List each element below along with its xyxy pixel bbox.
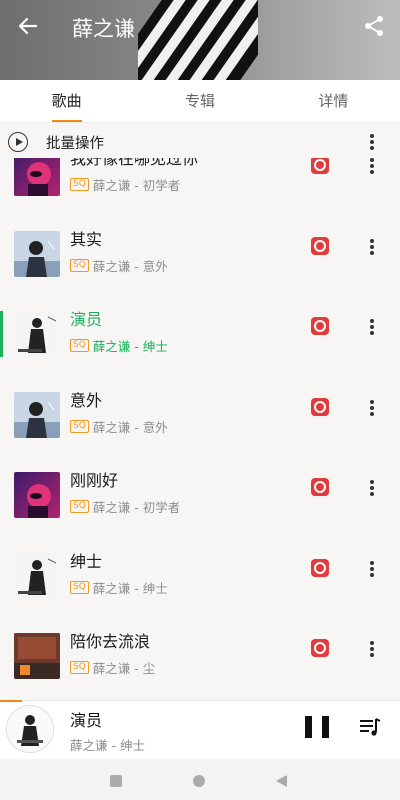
tab-songs[interactable]: 歌曲 [0,80,133,122]
quality-badge: SQ [70,178,89,191]
album-art [14,158,60,196]
song-artist-album: 薛之谦 - 绅士 [92,580,168,596]
pause-button[interactable] [305,716,329,740]
song-meta: SQ 薛之谦 - 绅士 [70,336,168,355]
more-options-icon[interactable] [366,158,378,176]
song-artist-album: 薛之谦 - 初学者 [92,178,181,193]
album-art [14,633,60,679]
song-meta: SQ 薛之谦 - 尘 [70,658,155,677]
song-row[interactable]: 演员 SQ 薛之谦 - 绅士 [0,295,400,375]
song-artist-album: 薛之谦 - 意外 [92,258,168,274]
album-art [14,552,60,599]
album-art [14,391,60,438]
netease-music-icon[interactable] [311,478,329,496]
song-meta: SQ 薛之谦 - 绅士 [70,578,168,597]
now-playing-indicator [0,311,3,357]
quality-badge: SQ [70,580,89,594]
song-artist-album: 薛之谦 - 绅士 [92,339,168,354]
more-options-icon[interactable] [366,317,378,337]
more-options-icon[interactable] [366,639,378,659]
more-options-icon[interactable] [366,237,378,257]
tab-details[interactable]: 详情 [267,80,400,122]
netease-music-icon[interactable] [311,317,329,335]
now-playing-title: 演员 [70,711,103,730]
tab-albums[interactable]: 专辑 [133,80,266,122]
song-title: 演员 [70,310,103,329]
song-row[interactable]: 意外 SQ 薛之谦 - 意外 [0,376,400,456]
home-icon[interactable] [193,775,205,787]
netease-music-icon[interactable] [311,397,329,416]
more-options-icon[interactable] [366,478,378,498]
song-row[interactable]: 绅士 SQ 薛之谦 - 绅士 [0,537,400,617]
netease-music-icon[interactable] [311,639,329,657]
song-row[interactable]: 我好像在哪见过你 SQ 薛之谦 - 初学者 [0,158,400,214]
netease-music-icon[interactable] [311,558,329,577]
more-options-icon[interactable] [366,398,378,418]
now-playing-cover[interactable] [6,705,54,753]
song-title: 刚刚好 [70,471,119,490]
more-options-icon[interactable] [366,559,378,579]
song-artist-album: 薛之谦 - 尘 [92,661,156,676]
song-meta: SQ 薛之谦 - 初学者 [70,175,180,194]
pause-icon [305,716,312,738]
quality-badge: SQ [70,339,89,352]
quality-badge: SQ [70,661,89,674]
artist-title: 薛之谦 [72,17,135,41]
song-meta: SQ 薛之谦 - 初学者 [70,497,180,516]
batch-operation-label: 批量操作 [46,135,104,152]
song-row[interactable]: 刚刚好 SQ 薛之谦 - 初学者 [0,456,400,536]
album-art [14,472,60,518]
song-title: 我好像在哪见过你 [70,158,199,168]
netease-music-icon[interactable] [311,158,329,174]
song-row[interactable]: 陪你去流浪 SQ 薛之谦 - 尘 [0,617,400,697]
song-title: 意外 [70,390,103,410]
batch-more-icon[interactable] [366,132,378,152]
artist-header-photo [138,0,258,80]
mini-player[interactable]: 演员 薛之谦 - 绅士 [0,700,400,759]
quality-badge: SQ [70,258,89,272]
quality-badge: SQ [70,419,89,433]
song-meta: SQ 薛之谦 - 意外 [70,256,168,275]
song-title: 其实 [70,229,103,249]
back-arrow-icon [18,17,38,35]
song-meta: SQ 薛之谦 - 意外 [70,417,168,436]
share-icon [365,16,383,36]
play-all-icon[interactable] [8,132,28,152]
tab-bar: 歌曲 专辑 详情 [0,80,400,123]
song-artist-album: 薛之谦 - 初学者 [92,500,181,515]
back-button[interactable] [14,12,42,40]
quality-badge: SQ [70,500,89,513]
playback-progress-bar[interactable] [0,700,22,702]
song-title: 陪你去流浪 [70,632,151,651]
song-artist-album: 薛之谦 - 意外 [92,419,168,435]
recents-icon[interactable] [110,775,122,787]
song-title: 绅士 [70,551,103,571]
batch-operation-bar[interactable]: 批量操作 [0,124,400,160]
album-art [14,311,60,357]
playlist-queue-button[interactable] [358,715,382,743]
system-navigation-bar [0,760,400,800]
album-art [14,230,60,277]
song-list: 我好像在哪见过你 SQ 薛之谦 - 初学者 其实 SQ 薛之谦 - 意外 演员 SQ 薛之谦 -… [0,158,400,700]
share-button[interactable] [360,12,388,40]
artist-header: 薛之谦 [0,0,400,80]
now-playing-artist: 薛之谦 - 绅士 [70,738,145,753]
system-back-icon[interactable] [276,775,287,787]
song-row[interactable]: 其实 SQ 薛之谦 - 意外 [0,215,400,295]
playlist-icon [360,718,381,736]
netease-music-icon[interactable] [311,236,329,255]
